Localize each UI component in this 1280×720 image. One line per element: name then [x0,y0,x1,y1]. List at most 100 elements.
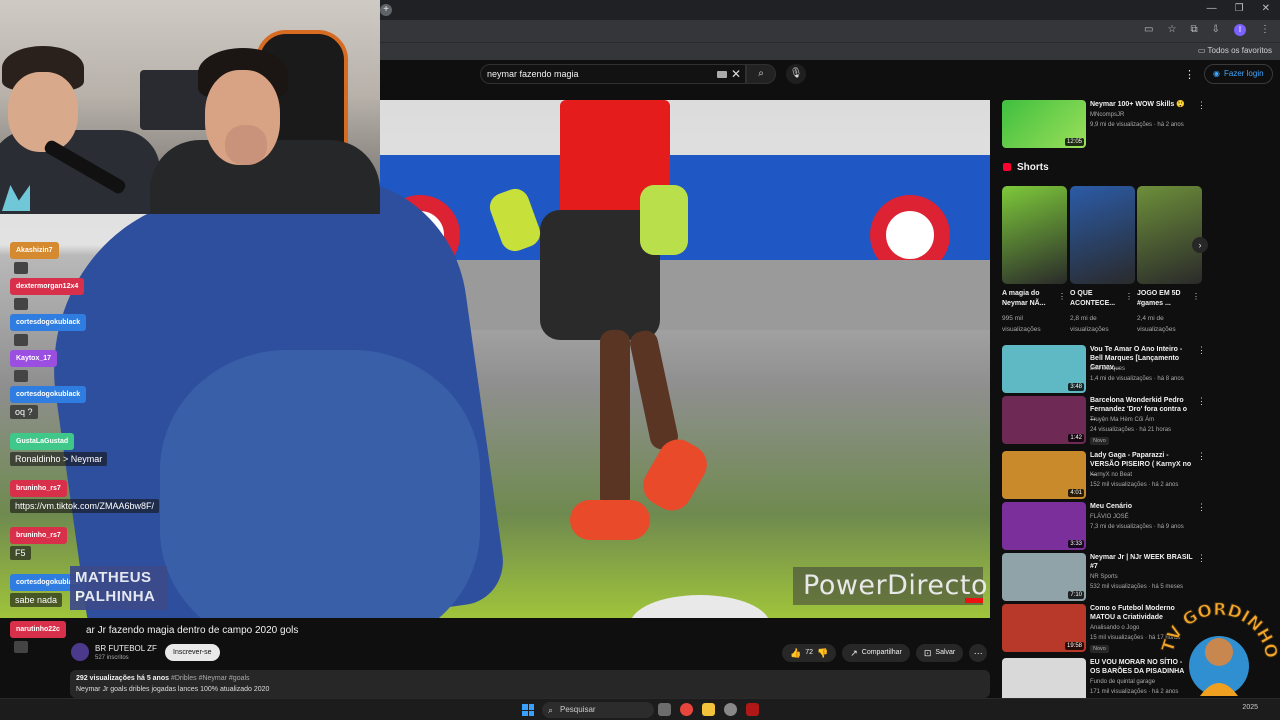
video-duration: 3:48 [1068,383,1084,391]
video-tags[interactable]: #Dribles #Neymar #goals [171,675,250,682]
short-menu-icon[interactable]: ⋮ [1125,292,1133,301]
short-thumbnail[interactable] [1070,186,1135,284]
video-menu-icon[interactable]: ⋮ [1197,100,1206,111]
video-thumbnail[interactable]: 4:01 [1002,451,1086,499]
login-button[interactable]: ◉ Fazer login [1204,64,1273,84]
video-menu-icon[interactable]: ⋮ [1197,396,1206,407]
shorts-next-arrow-icon[interactable]: › [1192,237,1208,253]
sidebar-channel-name[interactable]: KarnyX no Beat [1090,472,1132,478]
sidebar-channel-name[interactable]: MNcompsJR [1090,112,1124,118]
keyboard-icon[interactable] [717,71,727,78]
short-menu-icon[interactable]: ⋮ [1058,292,1066,301]
short-thumbnail[interactable] [1137,186,1202,284]
file-explorer-icon[interactable] [702,703,715,716]
channel-avatar[interactable] [71,643,89,661]
sidebar-channel-name[interactable]: NR Sports [1090,574,1118,580]
voice-search-icon[interactable]: 🎙 [786,64,806,84]
sidebar-video[interactable]: 7:10 Neymar Jr | NJr WEEK BRASIL #7 NR Spo… [1002,553,1206,603]
video-menu-icon[interactable]: ⋮ [1197,345,1206,356]
short-thumbnail[interactable] [1002,186,1067,284]
video-thumbnail[interactable]: 3:33 [1002,502,1086,550]
video-menu-icon[interactable]: ⋮ [1197,451,1206,462]
like-button[interactable]: 👍 72 👎 [782,644,837,662]
sidebar-video[interactable]: 3:33 Meu Cenário FLÁVIO JOSÉ 7,3 mi de visu… [1002,502,1206,552]
sidebar-video[interactable]: 1:42 Barcelona Wonderkid Pedro Fernandez … [1002,396,1206,446]
sidebar-channel-name[interactable]: Bell Marques [1090,366,1125,372]
new-tab-button[interactable]: + [380,4,392,16]
extensions-icon[interactable]: ⧉ [1190,24,1197,36]
minimize-button[interactable]: — [1207,3,1217,14]
sidebar-video-title[interactable]: Neymar 100+ WOW Skills 😲 [1090,100,1194,109]
watermark-text: PowerDirector [803,570,990,601]
browser-menu-icon[interactable]: ⋮ [1260,24,1270,36]
sidebar-video-title[interactable]: Meu Cenário [1090,502,1194,511]
video-duration: 4:01 [1068,489,1084,497]
clear-search-icon[interactable]: ✕ [731,67,741,81]
search-input[interactable]: neymar fazendo magia [487,69,579,79]
chat-emote-icon [14,262,28,274]
chat-username: GustaLaGustad [10,433,75,450]
football [630,595,770,618]
short-title[interactable]: O QUE ACONTECE... [1070,289,1126,309]
video-thumbnail[interactable]: 7:10 [1002,553,1086,601]
short-views: 2,4 mi de visualizações [1137,315,1176,333]
save-button[interactable]: ⊡ Salvar [915,644,964,662]
settings-app-icon[interactable] [724,703,737,716]
short-title[interactable]: JOGO EM 5D #games ... [1137,289,1193,309]
share-button[interactable]: ↗ Compartilhar [842,644,910,662]
video-thumbnail[interactable]: 1:42 [1002,396,1086,444]
description-box[interactable]: 292 visualizações há 5 anos #Dribles #Ne… [70,670,990,698]
search-button[interactable]: ⌕ [746,64,776,84]
video-title: ar Jr fazendo magia dentro de campo 2020… [86,625,299,636]
video-thumbnail[interactable]: 12:05 [1002,100,1086,148]
video-duration: 19:58 [1064,642,1084,650]
taskbar-search-label: Pesquisar [560,705,596,714]
more-actions-icon[interactable]: ⋯ [969,644,988,662]
settings-menu-icon[interactable]: ⋮ [1184,68,1195,81]
chat-username: narutinho22c [10,621,66,638]
search-box[interactable]: neymar fazendo magia ✕ [480,64,746,84]
video-menu-icon[interactable]: ⋮ [1197,553,1206,564]
subscribe-button[interactable]: Inscrever-se [165,644,220,661]
all-bookmarks-link[interactable]: ▭ Todos os favoritos [1198,46,1272,55]
profile-avatar[interactable]: I [1234,24,1246,36]
chat-emote-icon [14,641,28,653]
sidebar-channel-name[interactable]: Analisando o Jogo [1090,625,1139,631]
short-views: 2,8 mi de visualizações [1070,315,1109,333]
shorts-icon [1003,163,1011,171]
maximize-button[interactable]: ❐ [1235,3,1244,14]
star-icon[interactable]: ☆ [1168,24,1177,36]
bookmarks-bar: ▭ Todos os favoritos [380,42,1280,60]
sidebar-video-title[interactable]: Neymar Jr | NJr WEEK BRASIL #7 [1090,553,1194,571]
sidebar-video-meta: 152 mil visualizações · há 2 anos [1090,482,1179,488]
video-menu-icon[interactable]: ⋮ [1197,502,1206,513]
thumbs-down-icon[interactable]: 👎 [817,644,828,662]
sidebar-channel-name[interactable]: FLÁVIO JOSÉ [1090,514,1129,520]
sidebar-channel-name[interactable]: Truyện Ma Hèm Cối Ám [1090,417,1154,423]
short-menu-icon[interactable]: ⋮ [1192,292,1200,301]
taskbar-apps [658,703,759,716]
chat-username: dextermorgan12x4 [10,278,85,295]
sidebar-channel-name[interactable]: Fundo de quintal garage [1090,679,1155,685]
download-icon[interactable]: ⇩ [1212,24,1220,36]
chrome-icon[interactable] [680,703,693,716]
short-views: 995 mil visualizações [1002,315,1041,333]
sidebar-video[interactable]: 3:48 Vou Te Amar O Ano Inteiro - Bell Mar… [1002,345,1206,395]
person-icon: ◉ [1213,69,1220,78]
video-thumbnail[interactable]: 3:48 [1002,345,1086,393]
cast-icon[interactable]: ▭ [1144,24,1153,36]
channel-name[interactable]: BR FUTEBOL ZF [95,644,157,653]
goalkeeper-glove [640,185,688,255]
short-title[interactable]: A magia do Neymar NÃ... [1002,289,1058,309]
share-icon: ↗ [850,648,858,658]
sidebar-video[interactable]: 12:05 Neymar 100+ WOW Skills 😲 MNcompsJR… [1002,100,1206,150]
streaming-app-icon[interactable] [746,703,759,716]
windows-start-icon[interactable] [522,704,534,716]
video-thumbnail[interactable]: 19:58 [1002,604,1086,652]
sidebar-video[interactable]: 4:01 Lady Gaga - Paparazzi - VERSÃO PISEI… [1002,451,1206,501]
taskbar-search[interactable]: ⌕ Pesquisar [542,702,654,718]
chat-message: sabe nada [10,593,63,607]
chat-message: oq ? [10,405,38,419]
close-window-button[interactable]: ✕ [1262,3,1270,14]
task-view-icon[interactable] [658,703,671,716]
